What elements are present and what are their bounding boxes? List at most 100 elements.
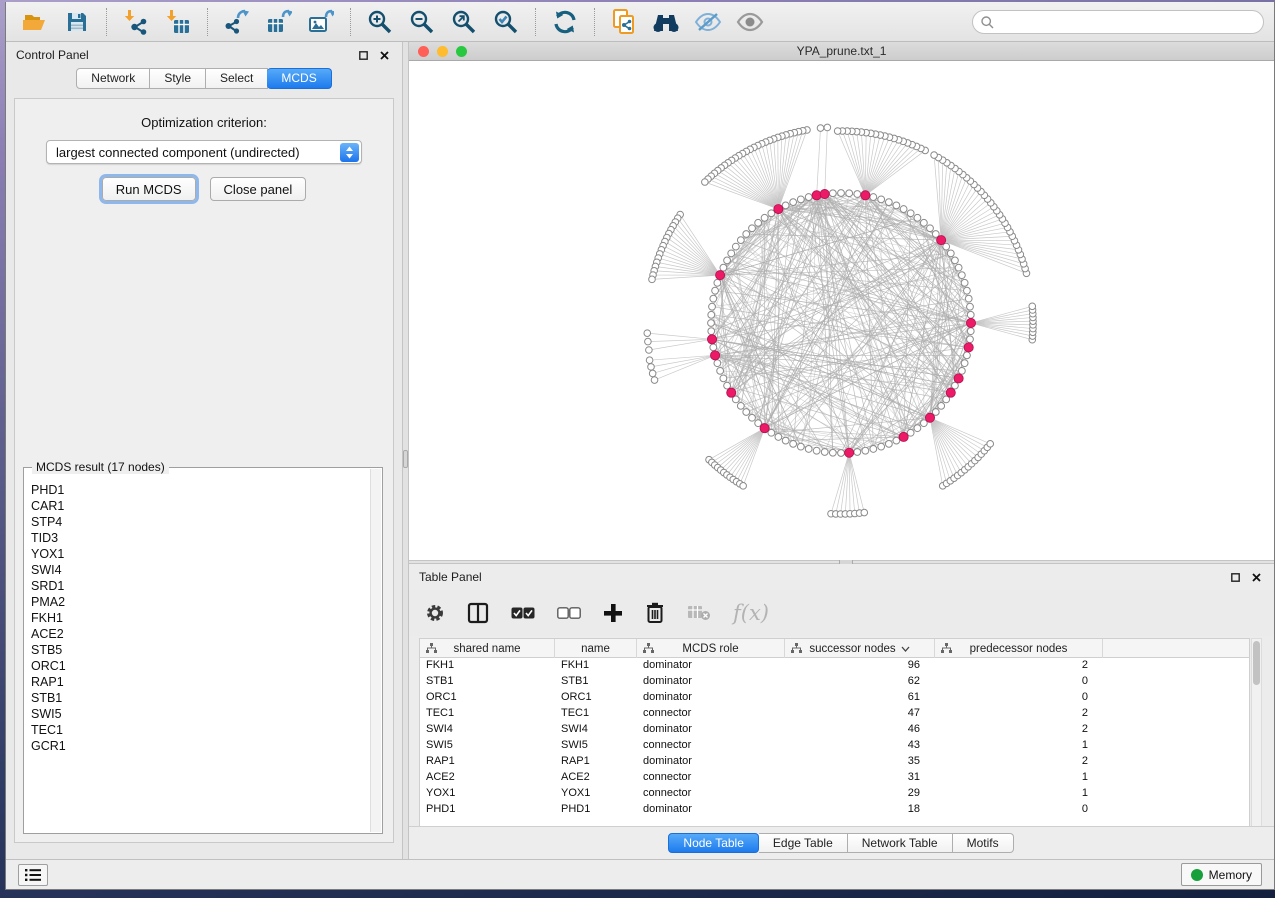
satellite-node[interactable] [648,364,655,371]
network-node[interactable] [782,202,789,209]
minimize-traffic-light[interactable] [437,46,448,57]
network-node[interactable] [961,279,968,286]
network-node[interactable] [724,257,731,264]
network-node[interactable] [708,328,715,335]
save-session-icon[interactable] [61,6,93,38]
network-node[interactable] [749,225,756,232]
network-node[interactable] [914,425,921,432]
satellite-node[interactable] [987,441,994,448]
network-node[interactable] [900,206,907,213]
mcds-hub-node[interactable] [964,343,973,352]
tab-network[interactable]: Network [76,68,150,89]
mcds-hub-node[interactable] [727,388,736,397]
mcds-result-item[interactable]: ORC1 [31,658,370,674]
float-table-panel-icon[interactable] [1227,569,1243,585]
mcds-hub-node[interactable] [845,448,854,457]
network-node[interactable] [790,199,797,206]
satellite-node[interactable] [861,509,868,516]
column-header-shared-name[interactable]: shared name [420,639,555,658]
mcds-hub-node[interactable] [966,318,975,327]
network-node[interactable] [893,437,900,444]
mcds-result-item[interactable]: SWI4 [31,562,370,578]
close-panel-button[interactable]: Close panel [210,177,307,201]
network-node[interactable] [710,344,717,351]
network-node[interactable] [961,360,968,367]
network-node[interactable] [878,443,885,450]
network-node[interactable] [761,214,768,221]
mcds-result-item[interactable]: PMA2 [31,594,370,610]
network-node[interactable] [782,437,789,444]
mcds-result-item[interactable]: FKH1 [31,610,370,626]
network-node[interactable] [720,375,727,382]
zoom-traffic-light[interactable] [456,46,467,57]
network-node[interactable] [967,336,974,343]
network-node[interactable] [720,264,727,271]
mcds-result-item[interactable]: YOX1 [31,546,370,562]
network-node[interactable] [813,447,820,454]
import-table-icon[interactable] [162,6,194,38]
copy-share-document-icon[interactable] [608,6,640,38]
network-node[interactable] [821,449,828,456]
refresh-layout-icon[interactable] [549,6,581,38]
mcds-hub-node[interactable] [861,191,870,200]
satellite-node[interactable] [649,276,656,283]
export-network-icon[interactable] [221,6,253,38]
zoom-out-icon[interactable] [406,6,438,38]
mcds-hub-node[interactable] [707,335,716,344]
network-node[interactable] [878,196,885,203]
network-graph[interactable] [409,61,1274,560]
zoom-fit-icon[interactable] [448,6,480,38]
satellite-node[interactable] [646,357,653,364]
satellite-node[interactable] [702,179,709,186]
table-tab-motifs[interactable]: Motifs [953,833,1014,853]
vertical-splitter[interactable] [402,42,409,859]
close-traffic-light[interactable] [418,46,429,57]
export-image-icon[interactable] [305,6,337,38]
network-node[interactable] [885,440,892,447]
network-node[interactable] [728,250,735,257]
mcds-hub-node[interactable] [899,432,908,441]
table-row[interactable]: RAP1RAP1dominator352 [420,754,1249,770]
select-all-checkboxes-icon[interactable] [511,607,535,619]
column-header-predecessor-nodes[interactable]: predecessor nodes [935,639,1103,658]
deselect-all-checkboxes-icon[interactable] [557,607,581,619]
network-node[interactable] [775,434,782,441]
mcds-result-item[interactable]: STP4 [31,514,370,530]
tab-style[interactable]: Style [150,68,206,89]
table-row[interactable]: TEC1TEC1connector472 [420,706,1249,722]
network-node[interactable] [743,231,750,238]
close-table-panel-icon[interactable] [1248,569,1264,585]
mcds-result-item[interactable]: STB5 [31,642,370,658]
network-node[interactable] [829,190,836,197]
delete-column-icon[interactable] [645,602,665,624]
criterion-dropdown[interactable]: largest connected component (undirected) [46,140,362,164]
search-field[interactable] [972,10,1264,34]
mcds-result-list[interactable]: PHD1CAR1STP4TID3YOX1SWI4SRD1PMA2FKH1ACE2… [24,474,370,833]
column-header-mcds-role[interactable]: MCDS role [637,639,785,658]
network-node[interactable] [749,414,756,421]
table-scrollbar[interactable] [1251,638,1262,828]
network-node[interactable] [952,257,959,264]
network-node[interactable] [743,409,750,416]
table-tab-node-table[interactable]: Node Table [668,833,759,853]
table-row[interactable]: SWI4SWI4dominator462 [420,722,1249,738]
float-panel-icon[interactable] [355,47,371,63]
satellite-node[interactable] [817,125,824,132]
close-panel-icon[interactable] [376,47,392,63]
settings-gear-icon[interactable] [425,603,445,623]
table-row[interactable]: SWI5SWI5connector431 [420,738,1249,754]
mcds-result-item[interactable]: STB1 [31,690,370,706]
network-node[interactable] [967,328,974,335]
network-node[interactable] [829,449,836,456]
zoom-selected-icon[interactable] [490,6,522,38]
hide-panel-eye-icon[interactable] [692,6,724,38]
network-node[interactable] [964,287,971,294]
table-row[interactable]: STB1STB1dominator620 [420,674,1249,690]
network-node[interactable] [927,225,934,232]
mcds-hub-node[interactable] [716,271,725,280]
network-node[interactable] [708,311,715,318]
mcds-hub-node[interactable] [937,236,946,245]
column-header-name[interactable]: name [555,639,637,658]
tab-select[interactable]: Select [206,68,268,89]
network-node[interactable] [967,311,974,318]
